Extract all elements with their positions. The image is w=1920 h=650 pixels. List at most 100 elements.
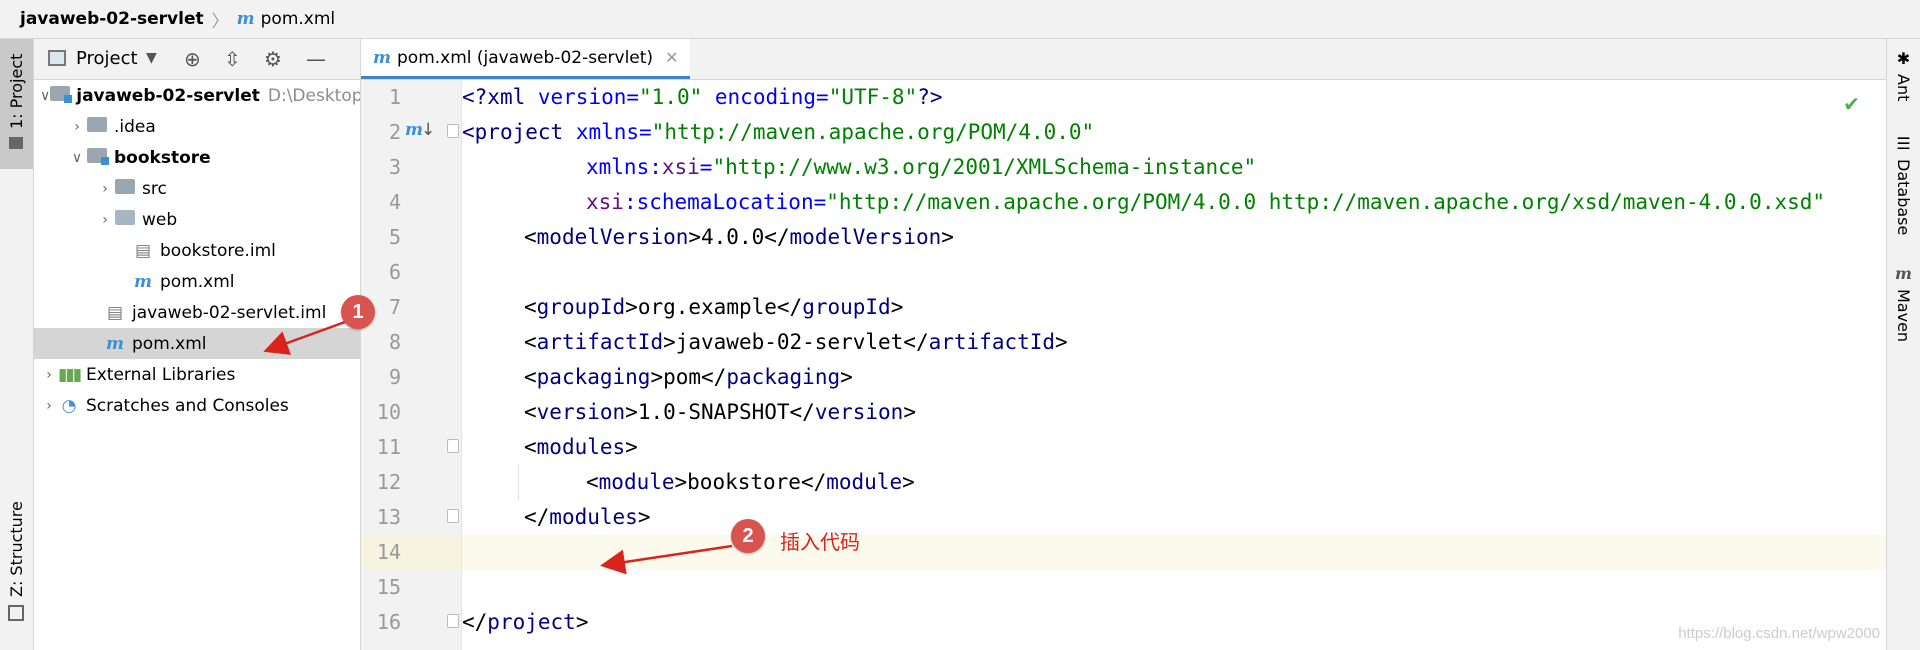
chevron-right-icon[interactable]: › [96, 181, 114, 197]
code-token: </ [524, 505, 550, 529]
tree-item-src[interactable]: › src [34, 173, 360, 204]
breadcrumb-file[interactable]: pom.xml [261, 9, 336, 29]
tree-item-bookstore-iml[interactable]: ▤ bookstore.iml [34, 235, 360, 266]
code-line-9: <packaging>pom</packaging> [462, 360, 1886, 395]
iml-file-icon: ▤ [106, 302, 124, 323]
line-number: 16 [376, 610, 401, 634]
tab-ant[interactable]: ✱ Ant [1887, 49, 1920, 119]
close-icon[interactable]: ✕ [665, 48, 678, 67]
folder-icon [86, 116, 108, 137]
folder-icon [9, 136, 24, 149]
chevron-down-icon[interactable]: ▼ [146, 50, 157, 66]
chevron-right-icon[interactable]: › [40, 367, 58, 383]
tree-item-external-libraries[interactable]: › ▮▮▮ External Libraries [34, 359, 360, 390]
code-token: xmlns= [575, 120, 652, 144]
project-view-selector[interactable]: Project [76, 48, 138, 69]
code-token: "UTF-8" [828, 85, 918, 109]
code-token: packaging [536, 365, 651, 389]
tree-item-bookstore[interactable]: ∨ bookstore [34, 142, 360, 173]
tab-pom-xml[interactable]: m pom.xml (javaweb-02-servlet) ✕ [361, 39, 691, 79]
code-line-8: <artifactId>javaweb-02-servlet</artifact… [462, 325, 1886, 360]
collapse-all-icon[interactable]: ⇳ [224, 47, 241, 71]
code-token: "1.0" [639, 85, 703, 109]
chevron-right-icon[interactable]: › [40, 398, 58, 414]
module-folder-icon [86, 147, 109, 168]
code-token: </ [462, 610, 488, 634]
tree-item-label: pom.xml [160, 271, 235, 292]
code-token: < [586, 470, 599, 494]
tab-database-label: Database [1894, 159, 1913, 236]
right-tool-strip: ✱ Ant ☰ Database m Maven [1886, 39, 1920, 650]
tree-item-label: bookstore.iml [160, 240, 276, 261]
web-folder-icon [114, 209, 136, 230]
tree-item-bookstore-pom[interactable]: m pom.xml [34, 266, 360, 297]
code-token: = [699, 155, 713, 179]
chevron-right-icon[interactable]: › [68, 119, 86, 135]
line-number-current: 14 [361, 535, 461, 570]
chevron-down-icon[interactable]: ∨ [68, 150, 86, 166]
code-token: xmlns: [586, 155, 662, 179]
minimize-icon[interactable]: — [306, 47, 326, 71]
code-token: groupId [802, 295, 891, 319]
fold-icon[interactable] [447, 509, 459, 523]
code-token: xsi [586, 190, 624, 214]
code-token: <? [462, 85, 488, 109]
code-token: < [524, 330, 537, 354]
breadcrumb-project[interactable]: javaweb-02-servlet [20, 9, 204, 29]
tree-item-servlet-iml[interactable]: ▤ javaweb-02-servlet.iml [34, 297, 360, 328]
fold-icon[interactable] [447, 614, 459, 628]
tab-project[interactable]: 1: Project [0, 39, 33, 169]
tab-database[interactable]: ☰ Database [1887, 134, 1920, 254]
tab-maven[interactable]: m Maven [1887, 264, 1920, 354]
chevron-down-icon[interactable]: ∨ [40, 88, 50, 104]
chevron-right-icon[interactable]: › [96, 212, 114, 228]
code-token: < [462, 120, 475, 144]
code-line-14-current[interactable] [462, 535, 1886, 570]
fold-icon[interactable] [447, 439, 459, 453]
line-number: 6 [388, 260, 401, 284]
code-token: modules [536, 435, 626, 459]
code-line-11: <modules> [462, 430, 1886, 465]
maven-file-icon: m [106, 333, 124, 354]
code-line-5: <modelVersion>4.0.0</modelVersion> [462, 220, 1886, 255]
line-number: 9 [388, 365, 401, 389]
code-token: >org.example</ [625, 295, 803, 319]
code-token: < [524, 225, 537, 249]
code-token: modelVersion [536, 225, 689, 249]
line-number: 12 [376, 470, 401, 494]
iml-file-icon: ▤ [134, 240, 152, 261]
folder-icon [114, 178, 136, 199]
code-token: artifactId [536, 330, 664, 354]
code-token: project [487, 610, 576, 634]
fold-icon[interactable] [447, 124, 459, 138]
tree-item-label: .idea [114, 116, 156, 137]
line-number: 8 [388, 330, 401, 354]
code-token: version [814, 400, 904, 424]
tab-structure[interactable]: Z: Structure [0, 489, 33, 639]
breadcrumb: javaweb-02-servlet 〉 m pom.xml [0, 0, 1920, 39]
check-icon[interactable]: ✔ [1843, 92, 1860, 116]
code-token: > [840, 365, 853, 389]
code-token: > [1055, 330, 1068, 354]
editor-gutter: 1 2 3 4 5 6 7 8 9 10 11 12 13 14 15 16 m… [361, 80, 462, 650]
tree-item-scratches[interactable]: › ◔ Scratches and Consoles [34, 390, 360, 421]
code-line-10: <version>1.0-SNAPSHOT</version> [462, 395, 1886, 430]
code-editor[interactable]: <?xml version="1.0" encoding="UTF-8"?> <… [462, 80, 1886, 650]
tree-item-label: javaweb-02-servlet [76, 85, 260, 106]
tree-item-label: src [142, 178, 167, 199]
locate-icon[interactable]: ⊕ [184, 47, 201, 71]
tab-label: pom.xml (javaweb-02-servlet) [397, 47, 654, 68]
breadcrumb-separator-icon: 〉 [211, 11, 229, 32]
tree-item-web[interactable]: › web [34, 204, 360, 235]
tree-item-idea[interactable]: › .idea [34, 111, 360, 142]
code-line-4: xsi:schemaLocation="http://maven.apache.… [462, 185, 1886, 220]
code-token: module [826, 470, 903, 494]
project-panel: Project ▼ ⊕ ⇳ ⚙ — ∨ javaweb-02-servlet D… [34, 39, 361, 650]
ant-icon: ✱ [1896, 49, 1911, 68]
tree-item-root[interactable]: ∨ javaweb-02-servlet D:\Desktop [34, 80, 360, 111]
maven-icon: m [1895, 264, 1912, 283]
tree-item-root-pom[interactable]: m pom.xml [34, 328, 360, 359]
gear-icon[interactable]: ⚙ [264, 47, 282, 71]
code-token: < [524, 295, 537, 319]
annotation-marker-2: 2 [731, 519, 765, 553]
